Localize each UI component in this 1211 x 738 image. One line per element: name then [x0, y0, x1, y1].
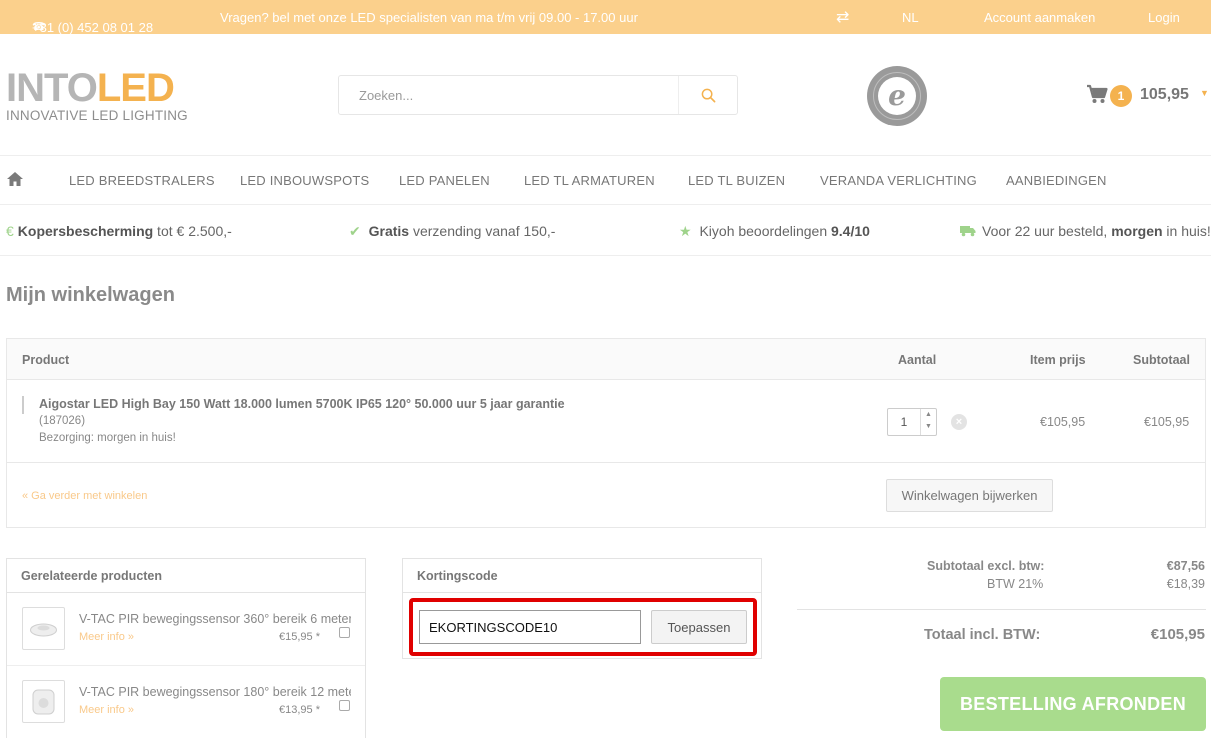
cart-count-badge: 1 — [1110, 85, 1132, 107]
more-info-link[interactable]: Meer info » — [79, 631, 134, 643]
nav-item-tl-buizen[interactable]: LED TL BUIZEN — [688, 173, 785, 188]
related-product-name[interactable]: V-TAC PIR bewegingssensor 360° bereik 6 … — [79, 612, 351, 626]
chevron-down-icon: ▼ — [1200, 88, 1209, 98]
column-header-subtotal: Subtotaal — [1133, 353, 1190, 367]
quantity-input[interactable] — [888, 409, 920, 435]
page-title: Mijn winkelwagen — [6, 284, 175, 306]
usp-free-shipping: ✔ Gratis verzending vanaf 150,- — [349, 223, 556, 239]
check-icon: ✔ — [349, 223, 361, 239]
subtotal-label: Subtotaal excl. btw: — [927, 559, 1045, 573]
product-sku: (187026) — [39, 415, 86, 427]
search-box — [338, 75, 738, 115]
coupon-title: Kortingscode — [403, 559, 761, 593]
add-related-checkbox[interactable] — [339, 627, 350, 638]
divider — [797, 609, 1206, 610]
related-products-title: Gerelateerde producten — [7, 559, 365, 593]
truck-icon — [960, 226, 976, 237]
language-selector[interactable]: NL — [902, 10, 919, 25]
sensor-icon — [30, 623, 57, 637]
nav-item-panelen[interactable]: LED PANELEN — [399, 173, 490, 188]
site-logo[interactable]: INTOLED INNOVATIVE LED LIGHTING — [6, 66, 188, 123]
related-product-price: €15,95 * — [279, 631, 320, 643]
column-header-item-price: Item prijs — [1030, 353, 1086, 367]
logo-wordmark: INTOLED — [6, 66, 175, 110]
chevron-up-icon[interactable]: ▲ — [921, 409, 936, 421]
search-button[interactable] — [678, 76, 737, 114]
vat-value: €18,39 — [1166, 577, 1205, 591]
cart-icon — [1087, 84, 1108, 103]
create-account-link[interactable]: Account aanmaken — [984, 10, 1095, 25]
continue-shopping-link[interactable]: « Ga verder met winkelen — [22, 490, 147, 502]
star-icon: ★ — [679, 223, 692, 239]
sensor-icon — [32, 689, 55, 715]
cart-total-amount: 105,95 — [1140, 86, 1189, 103]
usp-buyer-protection: € Kopersbescherming tot € 2.500,- — [6, 223, 232, 239]
coupon-form: Toepassen — [409, 598, 757, 656]
item-price: €105,95 — [1040, 415, 1086, 429]
cart-table: Product Aantal Item prijs Subtotaal Aigo… — [6, 338, 1206, 528]
close-icon: × — [955, 416, 963, 428]
usp-next-day-delivery: Voor 22 uur besteld, morgen in huis! — [960, 223, 1211, 239]
trusted-shops-seal-icon[interactable]: e — [866, 65, 928, 127]
main-nav: LED BREEDSTRALERS LED INBOUWSPOTS LED PA… — [0, 156, 1211, 204]
coupon-panel: Kortingscode Toepassen — [402, 558, 762, 659]
contact-message: Vragen? bel met onze LED specialisten va… — [220, 10, 638, 25]
nav-item-aanbiedingen[interactable]: AANBIEDINGEN — [1006, 173, 1107, 188]
usp-kiyoh-rating: ★ Kiyoh beoordelingen 9.4/10 — [679, 223, 870, 239]
update-cart-button[interactable]: Winkelwagen bijwerken — [886, 479, 1053, 512]
list-item: V-TAC PIR bewegingssensor 180° bereik 12… — [7, 666, 365, 738]
product-name[interactable]: Aigostar LED High Bay 150 Watt 18.000 lu… — [39, 397, 565, 411]
chevron-down-icon[interactable]: ▼ — [921, 421, 936, 433]
remove-item-button[interactable]: × — [951, 414, 967, 430]
divider — [0, 255, 1211, 256]
nav-item-tl-armaturen[interactable]: LED TL ARMATUREN — [524, 173, 655, 188]
quantity-stepper: ▲▼ — [887, 408, 937, 436]
product-thumbnail[interactable] — [22, 680, 65, 723]
apply-coupon-button[interactable]: Toepassen — [651, 610, 747, 644]
related-product-price: €13,95 * — [279, 704, 320, 716]
vat-label: BTW 21% — [987, 577, 1044, 591]
nav-item-veranda-verlichting[interactable]: VERANDA VERLICHTING — [820, 173, 977, 188]
euro-icon: € — [6, 223, 14, 239]
quantity-spinner[interactable]: ▲ ▼ — [920, 409, 936, 435]
logo-tagline: INNOVATIVE LED LIGHTING — [6, 108, 188, 123]
add-related-checkbox[interactable] — [339, 700, 350, 711]
login-link[interactable]: Login — [1148, 10, 1180, 25]
checkout-button[interactable]: BESTELLING AFRONDEN — [940, 677, 1206, 731]
total-label: Totaal incl. BTW: — [924, 627, 1041, 643]
subtotal-value: €87,56 — [1166, 559, 1205, 573]
related-products-panel: Gerelateerde producten V-TAC PIR bewegin… — [6, 558, 366, 738]
table-row: Aigostar LED High Bay 150 Watt 18.000 lu… — [7, 380, 1205, 463]
delivery-info: Bezorging: morgen in huis! — [39, 432, 176, 444]
cart-table-header: Product Aantal Item prijs Subtotaal — [7, 339, 1205, 380]
product-thumbnail[interactable] — [22, 607, 65, 650]
switch-icon[interactable]: ⇄ — [836, 7, 849, 27]
phone-text: +31 (0) 452 08 01 28 — [32, 20, 154, 35]
column-header-qty: Aantal — [898, 353, 937, 367]
nav-item-breedstralers[interactable]: LED BREEDSTRALERS — [69, 173, 215, 188]
nav-item-inbouwspots[interactable]: LED INBOUWSPOTS — [240, 173, 369, 188]
related-product-name[interactable]: V-TAC PIR bewegingssensor 180° bereik 12… — [79, 685, 351, 699]
row-marker — [22, 396, 24, 414]
top-bar: ☎ +31 (0) 452 08 01 28 Vragen? bel met on… — [0, 0, 1211, 35]
list-item: V-TAC PIR bewegingssensor 360° bereik 6 … — [7, 593, 365, 666]
search-icon — [701, 88, 715, 102]
total-value: €105,95 — [1150, 626, 1205, 643]
coupon-input[interactable] — [419, 610, 641, 644]
search-input[interactable] — [339, 76, 679, 114]
divider — [0, 204, 1211, 205]
row-subtotal: €105,95 — [1144, 415, 1190, 429]
svg-text:e: e — [888, 79, 906, 112]
more-info-link[interactable]: Meer info » — [79, 704, 134, 716]
home-icon[interactable] — [6, 171, 24, 187]
column-header-product: Product — [22, 353, 70, 367]
